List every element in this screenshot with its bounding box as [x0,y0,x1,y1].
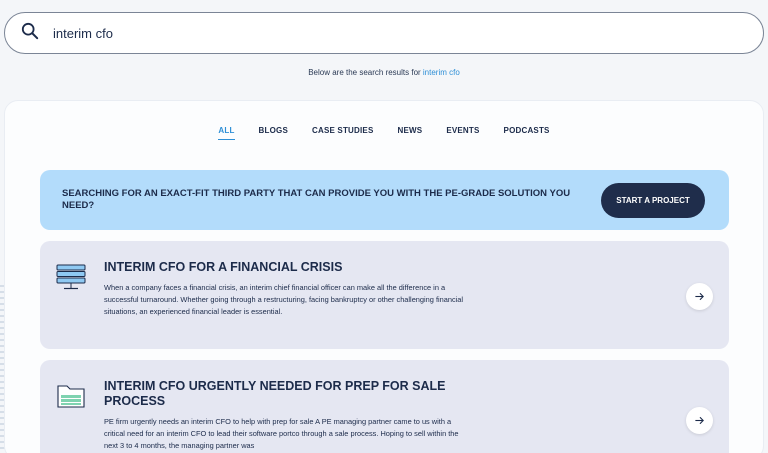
tab-podcasts[interactable]: PODCASTS [504,126,550,140]
search-bar[interactable] [4,12,764,54]
open-result-button[interactable] [686,407,713,434]
server-stack-icon [56,263,86,291]
arrow-right-icon [695,416,704,425]
arrow-right-icon [695,292,704,301]
open-result-button[interactable] [686,283,713,310]
search-results-page: Below are the search results for interim… [0,0,768,453]
cta-banner: SEARCHING FOR AN EXACT-FIT THIRD PARTY T… [40,170,729,230]
result-card[interactable]: INTERIM CFO FOR A FINANCIAL CRISIS When … [40,241,729,349]
tab-news[interactable]: NEWS [398,126,423,140]
tab-all[interactable]: ALL [218,126,235,140]
results-note: Below are the search results for interim… [0,68,768,77]
result-title[interactable]: INTERIM CFO FOR A FINANCIAL CRISIS [104,260,474,275]
start-project-button[interactable]: START A PROJECT [601,182,705,218]
results-note-prefix: Below are the search results for [308,68,423,77]
tab-events[interactable]: EVENTS [446,126,479,140]
result-description: PE firm urgently needs an interim CFO to… [104,417,459,450]
tab-blogs[interactable]: BLOGS [259,126,288,140]
result-description: When a company faces a financial crisis,… [104,283,464,316]
result-title[interactable]: INTERIM CFO URGENTLY NEEDED FOR PREP FOR… [104,379,474,409]
cta-text: SEARCHING FOR AN EXACT-FIT THIRD PARTY T… [62,188,571,211]
tab-case-studies[interactable]: CASE STUDIES [312,126,374,140]
search-icon [21,22,39,45]
filter-tabs: ALL BLOGS CASE STUDIES NEWS EVENTS PODCA… [0,126,768,140]
results-note-query: interim cfo [422,68,460,77]
result-card[interactable]: INTERIM CFO URGENTLY NEEDED FOR PREP FOR… [40,360,729,453]
folder-icon [56,382,86,410]
search-input[interactable] [53,25,653,41]
